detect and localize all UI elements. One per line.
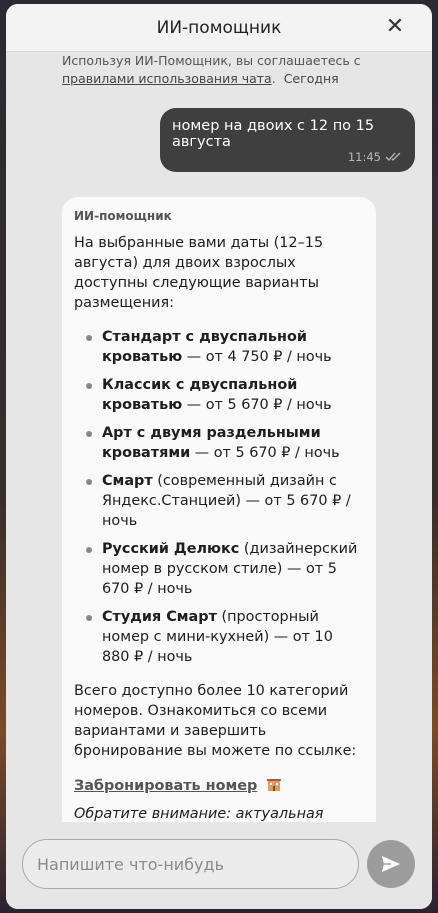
double-check-icon xyxy=(385,152,401,161)
room-price: — от 5 670 ₽ / ночь xyxy=(182,397,332,413)
book-room-link[interactable]: Забронировать номер xyxy=(74,778,257,794)
send-button[interactable] xyxy=(367,840,415,888)
room-item: Арт с двумя раздельными кроватями — от 5… xyxy=(74,423,364,463)
consent-suffix: . xyxy=(271,71,276,86)
room-item: Смарт (современный дизайн с Яндекс.Станц… xyxy=(74,471,364,531)
date-separator: Сегодня xyxy=(283,71,339,86)
chat-header: ИИ-помощник ✕ xyxy=(6,4,432,52)
room-item: Классик с двуспальной кроватью — от 5 67… xyxy=(74,375,364,415)
message-meta: 11:45 xyxy=(348,150,403,164)
room-item: Студия Смарт (просторный номер с мини-ку… xyxy=(74,607,364,667)
assistant-name: ИИ-помощник xyxy=(74,209,172,223)
chat-rules-link[interactable]: правилами использования чата xyxy=(62,71,272,86)
bullet xyxy=(86,615,92,621)
availability-note: Обратите внимание: актуальная стоимость … xyxy=(74,806,324,822)
message-list[interactable]: Используя ИИ-Помощник, вы соглашаетесь с… xyxy=(6,52,432,822)
room-price: — от 4 750 ₽ / ночь xyxy=(182,349,332,365)
assistant-intro: На выбранные вами даты (12–15 августа) д… xyxy=(74,235,324,311)
consent-text: Используя ИИ-Помощник, вы соглашаетесь с xyxy=(62,53,361,68)
booking-link-row: Забронировать номер xyxy=(74,775,364,804)
user-message-text: номер на двоих с 12 по 15 августа xyxy=(172,118,375,150)
bullet xyxy=(86,335,92,341)
room-name: Смарт xyxy=(102,473,153,489)
assistant-message: ИИ-помощник На выбранные вами даты (12–1… xyxy=(62,197,376,822)
room-list: Стандарт с двуспальной кроватью — от 4 7… xyxy=(74,327,364,667)
message-time: 11:45 xyxy=(347,150,381,164)
room-name: Студия Смарт xyxy=(102,609,217,625)
message-composer xyxy=(6,822,432,909)
chat-title: ИИ-помощник xyxy=(156,18,282,38)
close-icon[interactable]: ✕ xyxy=(382,14,408,40)
room-price: — от 5 670 ₽ / ночь xyxy=(190,445,340,461)
bullet xyxy=(86,383,92,389)
hotel-icon xyxy=(267,779,282,791)
room-item: Стандарт с двуспальной кроватью — от 4 7… xyxy=(74,327,364,367)
room-item: Русский Делюкс (дизайнерский номер в рус… xyxy=(74,539,364,599)
user-message: номер на двоих с 12 по 15 августа 11:45 xyxy=(160,108,415,172)
send-icon xyxy=(382,856,400,872)
room-name: Русский Делюкс xyxy=(102,541,240,557)
consent-notice: Используя ИИ-Помощник, вы соглашаетесь с… xyxy=(62,52,412,88)
bullet xyxy=(86,431,92,437)
bullet xyxy=(86,547,92,553)
message-input[interactable] xyxy=(23,840,358,888)
chat-panel: ИИ-помощник ✕ Используя ИИ-Помощник, вы … xyxy=(6,4,432,909)
bullet xyxy=(86,479,92,485)
message-input-wrapper xyxy=(22,839,359,889)
assistant-summary: Всего доступно более 10 категорий номеро… xyxy=(74,683,357,759)
